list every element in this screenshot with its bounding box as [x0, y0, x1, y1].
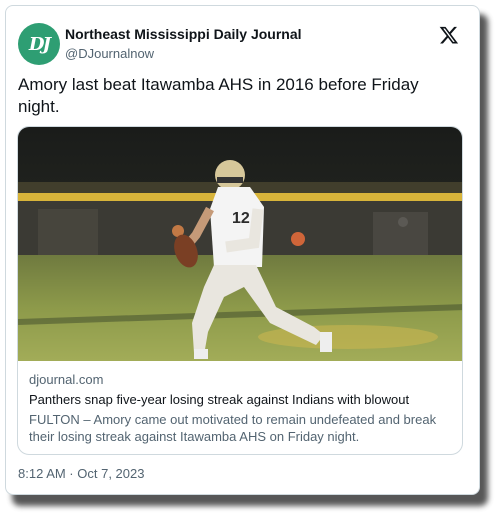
account-handle[interactable]: @DJournalnow: [65, 46, 154, 61]
embedded-post-card[interactable]: DJ Northeast Mississippi Daily Journal @…: [5, 5, 480, 495]
post-text: Amory last beat Itawamba AHS in 2016 bef…: [18, 75, 419, 116]
link-description: FULTON – Amory came out motivated to rem…: [29, 412, 437, 444]
post-timestamp[interactable]: 8:12 AM · Oct 7, 2023: [18, 466, 144, 481]
jersey-number: 12: [232, 210, 250, 227]
link-preview-card[interactable]: 12 djournal.com Panthers snap five-year …: [17, 126, 463, 455]
dj-logo-icon: DJ: [28, 33, 51, 55]
display-name[interactable]: Northeast Mississippi Daily Journal: [65, 26, 302, 42]
x-logo-icon[interactable]: [439, 25, 459, 45]
avatar[interactable]: DJ: [18, 23, 60, 65]
link-headline[interactable]: Panthers snap five-year losing streak ag…: [29, 392, 454, 407]
article-photo: 12: [18, 127, 462, 361]
link-domain[interactable]: djournal.com: [29, 372, 103, 387]
